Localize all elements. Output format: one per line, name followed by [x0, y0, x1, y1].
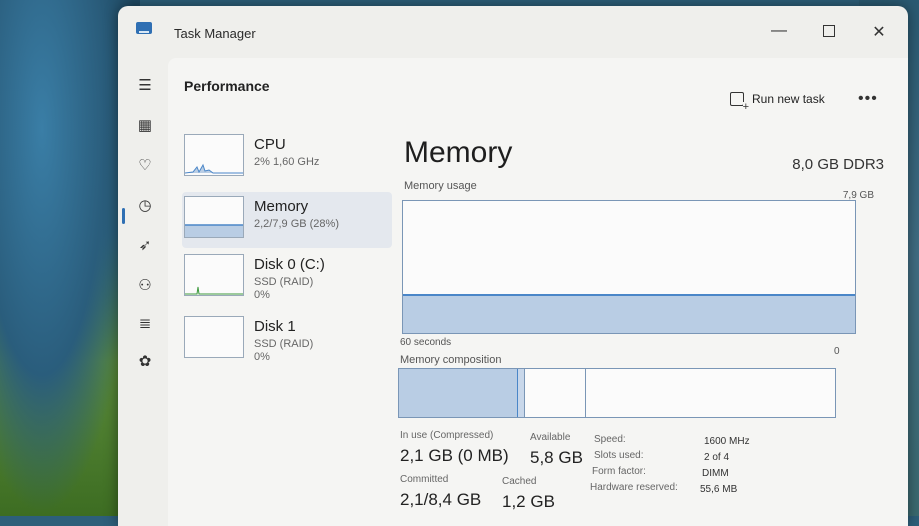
device-subtitle: SSD (RAID) [254, 276, 314, 288]
detail-heading: Memory [404, 136, 513, 169]
available-value: 5,8 GB [530, 448, 583, 467]
in-use-value: 2,1 GB (0 MB) [400, 446, 509, 465]
main-panel: Performance Run new task ••• CPU 2% 1,60… [168, 58, 908, 526]
memory-usage-fill [403, 294, 855, 333]
close-icon: ✕ [872, 24, 886, 41]
graph-zero-label: 0 [834, 346, 840, 357]
navigation-rail: ☰ ▦ ♡ ◷ ➶ ⚇ ≣ ✿ [118, 58, 168, 526]
hardware-reserved-value: 55,6 MB [700, 484, 738, 495]
hardware-reserved-label: Hardware reserved: [590, 482, 678, 493]
memory-composition-bar [398, 368, 836, 418]
device-usage: 0% [254, 351, 270, 363]
details-icon[interactable]: ≣ [135, 314, 155, 334]
time-span-label: 60 seconds [400, 337, 452, 348]
slots-used-value: 2 of 4 [704, 452, 730, 463]
form-factor-value: DIMM [702, 468, 729, 479]
app-history-icon[interactable]: ◷ [135, 196, 155, 216]
startup-icon[interactable]: ➶ [135, 236, 155, 256]
device-item-memory[interactable]: Memory 2,2/7,9 GB (28%) [182, 192, 392, 248]
performance-icon[interactable]: ♡ [135, 156, 155, 176]
composition-in-use [399, 369, 518, 417]
processes-icon[interactable]: ▦ [135, 116, 155, 136]
active-indicator [122, 208, 125, 224]
disk1-thumbnail-graph [184, 316, 244, 358]
memory-usage-label: Memory usage [404, 180, 477, 192]
disk0-thumbnail-graph [184, 254, 244, 296]
device-usage: 0% [254, 289, 270, 301]
memory-detail-panel: Memory 8,0 GB DDR3 Memory usage 7,9 GB 6… [394, 124, 894, 524]
form-factor-label: Form factor: [592, 466, 646, 477]
hamburger-icon[interactable]: ☰ [135, 76, 155, 96]
maximize-icon [823, 25, 835, 37]
device-item-disk-0[interactable]: Disk 0 (C:) SSD (RAID) 0% [182, 250, 392, 306]
device-subtitle: 2% 1,60 GHz [254, 156, 320, 168]
device-item-cpu[interactable]: CPU 2% 1,60 GHz [182, 130, 392, 186]
services-icon[interactable]: ✿ [135, 352, 155, 372]
device-title: CPU [254, 136, 286, 153]
device-title: Memory [254, 198, 309, 215]
device-subtitle: SSD (RAID) [254, 338, 314, 350]
device-title: Disk 1 [254, 318, 296, 335]
memory-thumbnail-graph [184, 196, 244, 238]
speed-label: Speed: [594, 434, 626, 445]
users-icon[interactable]: ⚇ [135, 276, 155, 296]
cached-value: 1,2 GB [502, 492, 555, 511]
page-title: Performance [184, 78, 270, 94]
slots-used-label: Slots used: [594, 450, 644, 461]
device-title: Disk 0 (C:) [254, 256, 325, 273]
cached-label: Cached [502, 476, 537, 487]
minimize-icon: — [771, 22, 787, 39]
device-item-disk-1[interactable]: Disk 1 SSD (RAID) 0% [182, 312, 392, 368]
run-task-icon [730, 92, 749, 112]
composition-standby [525, 369, 586, 417]
composition-modified [518, 369, 525, 417]
cpu-thumbnail-graph [184, 134, 244, 176]
in-use-label: In use (Compressed) [400, 430, 494, 441]
task-manager-app-icon [136, 22, 152, 34]
run-new-task-button[interactable]: Run new task [730, 92, 825, 112]
minimize-button[interactable]: — [764, 22, 794, 40]
composition-free [586, 369, 835, 417]
more-options-button[interactable]: ••• [858, 90, 878, 108]
committed-label: Committed [400, 474, 449, 485]
close-button[interactable]: ✕ [864, 22, 894, 42]
window-title: Task Manager [174, 26, 256, 41]
committed-value: 2,1/8,4 GB [400, 490, 482, 509]
title-bar[interactable]: Task Manager — ✕ [118, 6, 908, 58]
task-manager-window: Task Manager — ✕ ☰ ▦ ♡ ◷ ➶ ⚇ ≣ ✿ Perform… [118, 6, 908, 526]
speed-value: 1600 MHz [704, 436, 750, 447]
memory-usage-graph [402, 200, 856, 334]
run-new-task-label: Run new task [752, 92, 825, 106]
available-label: Available [530, 432, 571, 443]
memory-type: 8,0 GB DDR3 [792, 156, 884, 173]
maximize-button[interactable] [814, 22, 844, 42]
device-subtitle: 2,2/7,9 GB (28%) [254, 218, 339, 230]
memory-composition-label: Memory composition [400, 354, 502, 366]
